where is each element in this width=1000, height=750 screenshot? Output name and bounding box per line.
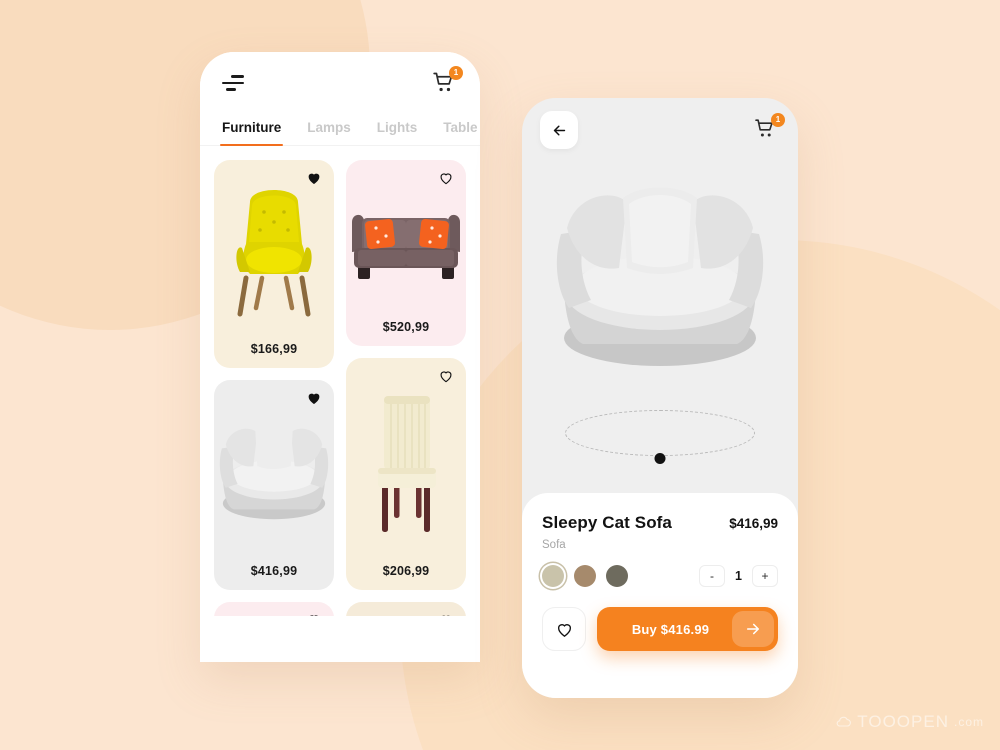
quantity-decrement-button[interactable]: - [699, 565, 725, 587]
cream-chair-image [346, 358, 466, 566]
product-category: Sofa [542, 539, 566, 551]
cart-badge: 1 [449, 66, 463, 80]
product-card-partial-yellow[interactable] [214, 602, 334, 616]
favorite-heart-icon-filled[interactable] [438, 612, 454, 616]
tab-lights[interactable]: Lights [377, 120, 418, 146]
product-card-yellow-chair[interactable]: $166,99 [214, 160, 334, 368]
quantity-stepper: - 1 + [699, 565, 778, 587]
product-info-sheet: Sleepy Cat Sofa $416,99 Sofa - 1 + Buy $… [522, 493, 798, 698]
arrow-left-icon [553, 125, 565, 135]
product-price: $520,99 [382, 320, 430, 334]
gray-round-sofa-icon [219, 424, 329, 520]
product-grid-column-right: $520,99 $206,99 [346, 160, 466, 616]
favorite-heart-icon-outline[interactable] [438, 170, 454, 186]
color-swatch-beige[interactable] [542, 565, 564, 587]
watermark-sub: .com [953, 715, 984, 729]
product-grid-column-left: $166,99 $416,99 [214, 160, 334, 616]
heart-outline-icon [557, 623, 571, 637]
options-row: - 1 + [542, 565, 778, 587]
yellow-armchair-image [214, 160, 334, 344]
watermark: TOOOPEN .com [836, 712, 984, 732]
brown-sofa-icon [352, 214, 460, 279]
buy-arrow-block[interactable] [732, 611, 774, 647]
cart-badge: 1 [771, 113, 785, 127]
product-card-partial-gray[interactable] [346, 602, 466, 616]
product-list-screen: 1 Furniture Lamps Lights Table F [200, 52, 480, 662]
cloud-icon [836, 716, 852, 727]
cart-button[interactable]: 1 [754, 113, 785, 143]
list-topbar: 1 [200, 52, 480, 114]
app-mockup-canvas: 1 Furniture Lamps Lights Table F [0, 0, 1000, 750]
yellow-armchair-icon [236, 190, 312, 317]
product-grid: $166,99 $416,99 $520,99 $206,99 [200, 146, 480, 616]
wishlist-button[interactable] [542, 607, 586, 651]
favorite-heart-icon-filled[interactable] [306, 170, 322, 186]
hamburger-menu-icon[interactable] [222, 75, 244, 91]
back-button[interactable] [540, 111, 578, 149]
category-tabs: Furniture Lamps Lights Table F [200, 114, 480, 146]
detail-topbar: 1 [522, 98, 798, 162]
product-card-gray-round-sofa[interactable]: $416,99 [214, 380, 334, 590]
product-card-cream-chair[interactable]: $206,99 [346, 358, 466, 590]
cream-chair-icon [378, 396, 436, 532]
product-price: $416,99 [250, 564, 298, 578]
product-price: $166,99 [250, 342, 298, 356]
gray-round-sofa-image [214, 380, 334, 566]
cart-button[interactable]: 1 [432, 66, 463, 96]
rotation-handle[interactable] [654, 453, 666, 464]
hero-product-image [522, 168, 798, 388]
buy-button-label: Buy $416.99 [631, 621, 710, 637]
product-price: $206,99 [382, 564, 430, 578]
product-title: Sleepy Cat Sofa [542, 513, 672, 532]
product-price: $416,99 [729, 516, 778, 531]
favorite-heart-icon-filled[interactable] [306, 390, 322, 406]
color-swatch-dark-olive[interactable] [606, 565, 628, 587]
favorite-heart-icon-outline[interactable] [438, 368, 454, 384]
watermark-main: TOOOPEN [857, 712, 949, 731]
buy-button[interactable]: Buy $416.99 [597, 607, 778, 651]
product-detail-screen: 1 Sleepy Cat Sofa $416,99 Sofa - 1 + Buy… [522, 98, 798, 698]
product-hero [522, 162, 798, 492]
color-swatch-tan[interactable] [574, 565, 596, 587]
gray-round-sofa-icon [556, 187, 764, 366]
quantity-increment-button[interactable]: + [752, 565, 778, 587]
product-card-brown-sofa[interactable]: $520,99 [346, 160, 466, 346]
tab-lamps[interactable]: Lamps [307, 120, 351, 146]
actions-row: Buy $416.99 [542, 607, 778, 651]
color-swatches [542, 565, 628, 587]
quantity-value: 1 [735, 569, 742, 583]
favorite-heart-icon-outline[interactable] [306, 612, 322, 616]
product-title-row: Sleepy Cat Sofa $416,99 [542, 513, 778, 533]
tab-furniture[interactable]: Furniture [219, 120, 284, 146]
arrow-right-icon [746, 623, 760, 635]
rotation-orbit-indicator [565, 410, 755, 456]
tab-table-f[interactable]: Table F [443, 120, 480, 146]
